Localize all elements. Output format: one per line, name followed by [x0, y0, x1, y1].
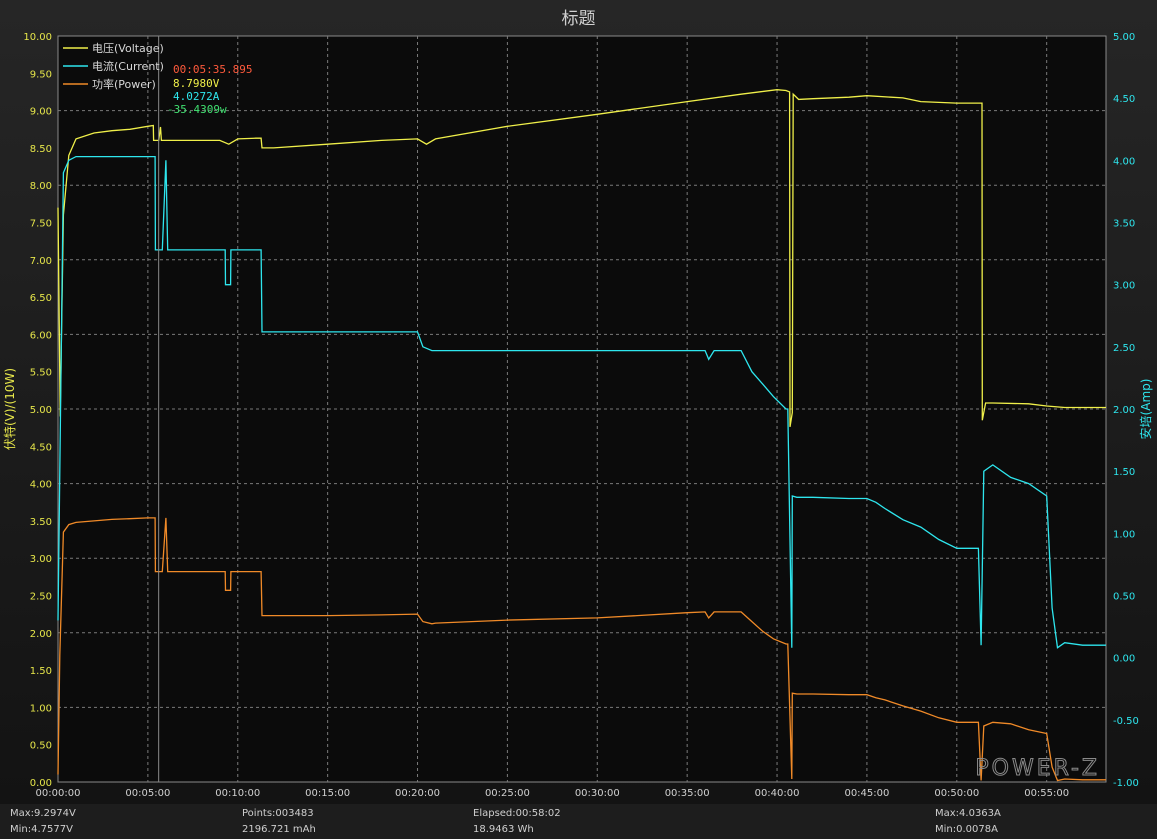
cursor-time-readout: 00:05:35.895 [173, 63, 252, 76]
right-axis-ticks: -1.00 -0.50 0.00 0.50 1.00 1.50 2.00 2.50 3.00 3.… [1113, 32, 1139, 789]
legend-label-current: 电流(Current) [92, 59, 164, 73]
right-tick-label: 0.50 [1113, 592, 1135, 603]
left-tick-label: 4.50 [30, 442, 52, 453]
min-voltage: Min:4.7577V [10, 824, 73, 835]
x-tick-label: 00:40:00 [755, 788, 800, 799]
x-tick-label: 00:30:00 [575, 788, 620, 799]
right-tick-label: -0.50 [1113, 716, 1139, 727]
chart-canvas[interactable]: 0.00 0.50 1.00 1.50 2.00 2.50 3.00 3.50 4.00 4.50… [0, 0, 1157, 839]
x-tick-label: 00:50:00 [934, 788, 979, 799]
legend-label-voltage: 电压(Voltage) [92, 42, 164, 55]
left-tick-label: 0.50 [30, 741, 52, 752]
cursor-voltage-readout: 8.7980V [173, 77, 220, 90]
max-current: Max:4.0363A [935, 808, 1001, 819]
left-tick-label: 6.00 [30, 330, 52, 341]
elapsed-time: Elapsed:00:58:02 [473, 808, 561, 819]
min-current: Min:0.0078A [935, 824, 998, 835]
left-tick-label: 2.50 [30, 592, 52, 603]
left-tick-label: 5.50 [30, 368, 52, 379]
right-tick-label: 4.00 [1113, 156, 1135, 167]
cursor-current-readout: 4.0272A [173, 90, 220, 103]
right-tick-label: 3.50 [1113, 219, 1135, 230]
left-tick-label: 8.00 [30, 181, 52, 192]
x-tick-label: 00:15:00 [305, 788, 350, 799]
left-tick-label: 9.50 [30, 69, 52, 80]
x-tick-label: 00:55:00 [1024, 788, 1069, 799]
x-tick-label: 00:25:00 [485, 788, 530, 799]
left-tick-label: 8.50 [30, 144, 52, 155]
left-tick-label: 6.50 [30, 293, 52, 304]
right-axis-label: 安培(Amp) [1138, 379, 1153, 440]
left-tick-label: 10.00 [23, 32, 52, 43]
status-bar: Max:9.2974V Min:4.7577V Points:003483 21… [0, 804, 1157, 839]
x-tick-label: 00:45:00 [844, 788, 889, 799]
legend-label-power: 功率(Power) [92, 77, 156, 91]
left-tick-label: 4.00 [30, 480, 52, 491]
capacity-mah: 2196.721 mAh [242, 824, 316, 835]
x-tick-label: 00:10:00 [215, 788, 260, 799]
watermark-logo: POWER-Z [975, 756, 1100, 781]
left-tick-label: 3.00 [30, 554, 52, 565]
left-tick-label: 7.50 [30, 219, 52, 230]
right-tick-label: 0.00 [1113, 654, 1135, 665]
left-tick-label: 9.00 [30, 107, 52, 118]
cursor-power-readout: -35.4309w [167, 103, 227, 116]
right-tick-label: 4.50 [1113, 94, 1135, 105]
right-tick-label: 2.00 [1113, 405, 1135, 416]
grid [57, 35, 1107, 783]
left-tick-label: 1.50 [30, 666, 52, 677]
right-tick-label: 3.00 [1113, 281, 1135, 292]
right-tick-label: 5.00 [1113, 32, 1135, 43]
chart-window: 标题 0.00 0.50 1.00 1.50 2.00 2.50 3.00 3.50 4.00 4… [0, 0, 1157, 839]
x-tick-label: 00:35:00 [665, 788, 710, 799]
points-count: Points:003483 [242, 808, 314, 819]
left-tick-label: 1.00 [30, 703, 52, 714]
x-axis-ticks: 00:00:00 00:05:00 00:10:00 00:15:00 00:20:00… [36, 788, 1070, 799]
right-tick-label: 1.50 [1113, 467, 1135, 478]
right-tick-label: 2.50 [1113, 343, 1135, 354]
max-voltage: Max:9.2974V [10, 808, 76, 819]
x-tick-label: 00:00:00 [36, 788, 81, 799]
right-tick-label: 1.00 [1113, 529, 1135, 540]
right-tick-label: -1.00 [1113, 778, 1139, 789]
left-axis-ticks: 0.000.501.001.502.002.503.003.504.004.50… [23, 32, 52, 789]
left-tick-label: 5.00 [30, 405, 52, 416]
left-tick-label: 3.50 [30, 517, 52, 528]
energy-wh: 18.9463 Wh [473, 824, 534, 835]
left-axis-label: 伏特(V)/(10W) [2, 368, 17, 450]
left-tick-label: 2.00 [30, 629, 52, 640]
left-tick-label: 7.00 [30, 256, 52, 267]
x-tick-label: 00:05:00 [125, 788, 170, 799]
x-tick-label: 00:20:00 [395, 788, 440, 799]
